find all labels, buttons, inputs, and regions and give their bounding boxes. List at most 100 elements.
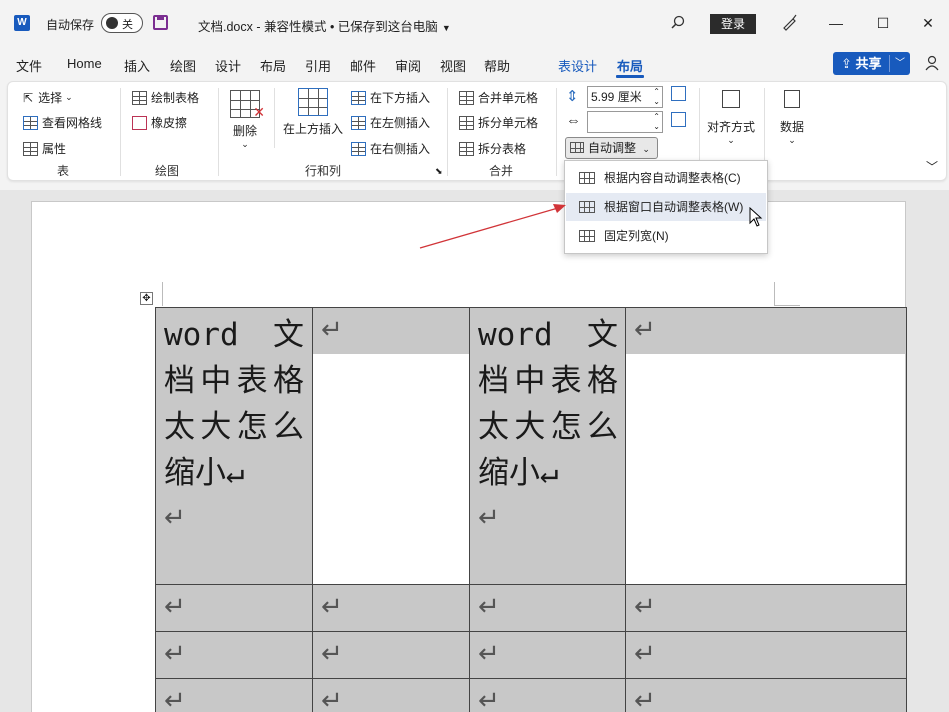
insert-left-button[interactable]: 在左侧插入 — [351, 114, 430, 131]
menu-draw[interactable]: 绘图 — [170, 56, 196, 75]
menu-bar: 文件 Home 插入 绘图 设计 布局 引用 邮件 审阅 视图 帮助 表设计 布… — [0, 50, 949, 78]
autosave-label: 自动保存 — [46, 18, 95, 32]
menu-review[interactable]: 审阅 — [395, 56, 421, 75]
document-title[interactable]: 文档.docx - 兼容性模式 • 已保存到这台电脑 ▼ — [198, 16, 451, 35]
fixed-column-width-item[interactable]: 固定列宽(N) — [566, 222, 766, 250]
table-cell[interactable]: ↵ — [312, 307, 470, 585]
close-button[interactable]: ✕ — [919, 14, 937, 32]
paragraph-mark: ↵ — [478, 686, 500, 712]
share-label: 共享 — [855, 56, 882, 71]
spin-arrows-icon[interactable]: ⌃ ⌄ — [653, 112, 660, 132]
alignment-button[interactable]: 对齐方式 ⌄ — [705, 90, 757, 146]
paragraph-mark: ↵ — [478, 592, 500, 622]
autofit-window-item[interactable]: 根据窗口自动调整表格(W) — [566, 193, 766, 221]
table-cell[interactable]: ↵ — [155, 678, 313, 712]
menu-design[interactable]: 设计 — [215, 56, 241, 75]
paragraph-mark: ↵ — [321, 639, 343, 669]
table-cell[interactable]: ↵ — [312, 678, 470, 712]
chevron-down-icon: ⌄ — [65, 92, 73, 102]
login-button[interactable]: 登录 — [710, 14, 756, 34]
table-row: ↵ ↵ ↵ ↵ — [155, 631, 907, 679]
eraser-icon — [132, 115, 147, 130]
search-icon[interactable] — [671, 15, 685, 29]
menu-references[interactable]: 引用 — [305, 56, 331, 75]
table-cell[interactable]: ↵ — [625, 307, 907, 585]
table-cell[interactable]: ↵ — [155, 631, 313, 679]
split-cells-label: 拆分单元格 — [478, 116, 539, 130]
autosave-state: 关 — [122, 19, 133, 31]
insert-above-label: 在上方插入 — [282, 122, 343, 136]
chevron-down-icon: ⌄ — [727, 135, 735, 145]
split-cells-icon — [459, 115, 474, 130]
designer-brush-icon[interactable] — [781, 13, 799, 31]
autosave-toggle[interactable]: 关 — [101, 13, 143, 33]
autofit-dropdown-menu: 根据内容自动调整表格(C) 根据窗口自动调整表格(W) 固定列宽(N) — [564, 160, 768, 254]
spin-arrows-icon[interactable]: ⌃ ⌄ — [653, 87, 660, 107]
table-row: ↵ ↵ ↵ ↵ — [155, 678, 907, 712]
table-cell[interactable]: word 文档中表格太大怎么缩小↵ ↵ — [155, 307, 313, 585]
comments-person-icon[interactable] — [924, 55, 940, 71]
autofit-contents-label: 根据内容自动调整表格(C) — [604, 171, 741, 185]
table-cell[interactable]: ↵ — [312, 584, 470, 632]
menu-file[interactable]: 文件 — [16, 56, 42, 75]
insert-below-button[interactable]: 在下方插入 — [351, 89, 430, 106]
view-gridlines-button[interactable]: 查看网格线 — [23, 114, 102, 131]
group-label-draw: 绘图 — [155, 164, 180, 178]
document-table[interactable]: word 文档中表格太大怎么缩小↵ ↵ ↵ word 文档中表格太大怎么缩小↵ … — [155, 307, 907, 712]
paragraph-mark: ↵ — [321, 686, 343, 712]
menu-view[interactable]: 视图 — [440, 56, 466, 75]
alignment-icon — [722, 90, 740, 108]
group-label-table: 表 — [57, 164, 70, 178]
menu-help[interactable]: 帮助 — [484, 56, 510, 75]
draw-table-button[interactable]: 绘制表格 — [132, 89, 199, 106]
paragraph-mark: ↵ — [164, 686, 186, 712]
column-width-icon: ⇔ — [566, 112, 581, 129]
autofit-button[interactable]: 自动调整 ⌄ — [565, 137, 658, 159]
margin-mark — [774, 305, 800, 306]
insert-right-button[interactable]: 在右侧插入 — [351, 140, 430, 157]
minimize-button[interactable]: — — [827, 14, 845, 32]
table-cell[interactable]: ↵ — [625, 678, 907, 712]
table-cell[interactable]: ↵ — [469, 678, 626, 712]
split-cells-button[interactable]: 拆分单元格 — [459, 114, 538, 131]
table-cell[interactable]: ↵ — [469, 584, 626, 632]
group-divider — [218, 88, 219, 176]
table-move-handle-icon[interactable]: ✥ — [140, 292, 153, 305]
table-cell[interactable]: ↵ — [625, 631, 907, 679]
properties-button[interactable]: 属性 — [23, 140, 66, 157]
maximize-button[interactable]: ☐ — [874, 14, 892, 32]
menu-table-design[interactable]: 表设计 — [558, 56, 597, 75]
save-icon[interactable] — [153, 15, 168, 30]
table-cell[interactable]: ↵ — [625, 584, 907, 632]
menu-insert[interactable]: 插入 — [124, 56, 150, 75]
table-cell[interactable]: ↵ — [312, 631, 470, 679]
merge-cells-button[interactable]: 合并单元格 — [459, 89, 538, 106]
chevron-down-icon[interactable]: ﹀ — [895, 52, 905, 75]
distribute-columns-icon[interactable] — [671, 112, 686, 127]
paragraph-mark: ↵ — [478, 503, 500, 533]
row-height-input[interactable]: 5.99 厘米 ⌃ ⌄ — [587, 86, 663, 108]
dialog-launcher-icon[interactable]: ⬊ — [435, 166, 443, 177]
insert-left-icon — [351, 115, 366, 130]
menu-table-layout[interactable]: 布局 — [617, 56, 643, 75]
delete-button[interactable]: ✕ 删除 ⌄ — [230, 90, 265, 150]
column-width-input[interactable]: ⌃ ⌄ — [587, 111, 663, 133]
table-cell[interactable]: word 文档中表格太大怎么缩小↵ ↵ — [469, 307, 626, 585]
eraser-button[interactable]: 橡皮擦 — [132, 114, 187, 131]
share-button[interactable]: ⇪ 共享 ﹀ — [833, 52, 910, 75]
distribute-rows-icon[interactable] — [671, 86, 686, 101]
table-cell[interactable]: ↵ — [155, 584, 313, 632]
split-table-button[interactable]: 拆分表格 — [459, 140, 526, 157]
autofit-contents-item[interactable]: 根据内容自动调整表格(C) — [566, 164, 766, 192]
menu-mailings[interactable]: 邮件 — [350, 56, 376, 75]
select-label: 选择 — [38, 91, 63, 105]
menu-home[interactable]: Home — [67, 56, 102, 71]
menu-layout[interactable]: 布局 — [260, 56, 286, 75]
select-button[interactable]: ⇱ 选择 ⌄ — [23, 89, 73, 106]
merge-cells-icon — [459, 90, 474, 105]
insert-above-button[interactable]: 在上方插入 — [281, 88, 345, 137]
data-button[interactable]: 数据 ⌄ — [776, 90, 808, 146]
collapse-ribbon-icon[interactable]: ﹀ — [926, 158, 938, 175]
group-divider — [120, 88, 121, 176]
table-cell[interactable]: ↵ — [469, 631, 626, 679]
